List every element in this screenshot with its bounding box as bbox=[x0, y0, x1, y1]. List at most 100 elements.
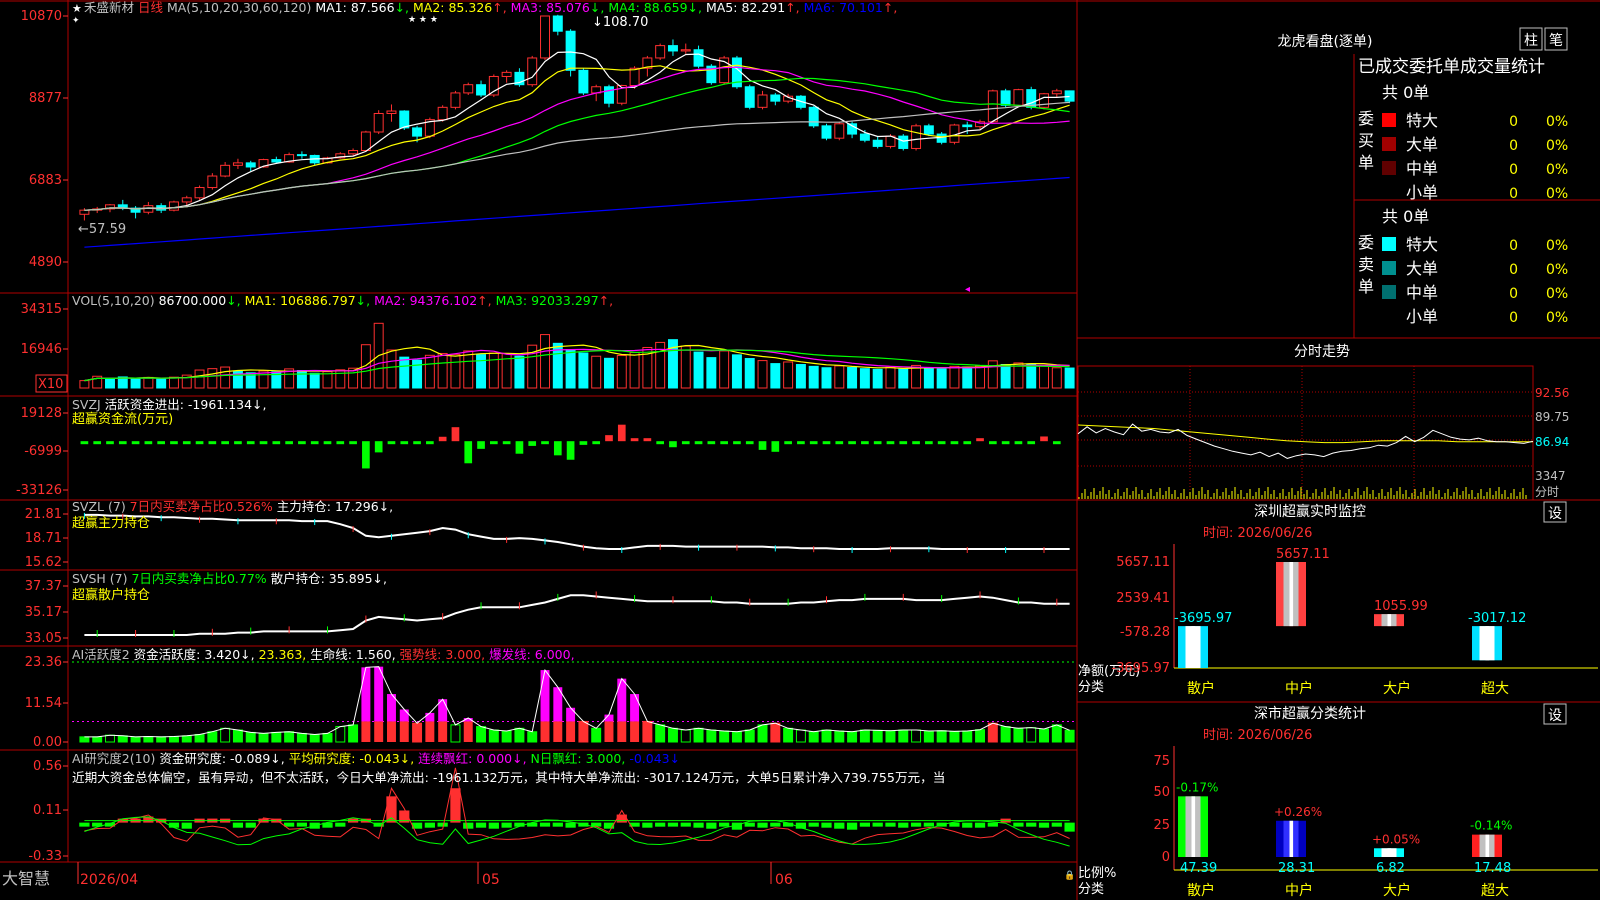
kline-panel[interactable]: 10870 8877 6883 4890 ↓108.70 ←57.59 ★ ★ ★ ★✦ ◂ 禾盛… bbox=[21, 0, 1075, 295]
ai2-bar[interactable] bbox=[770, 822, 781, 827]
ai1-burst-bar[interactable] bbox=[361, 667, 371, 722]
ai1-burst-bar[interactable] bbox=[374, 666, 384, 722]
ai1-bar[interactable] bbox=[232, 729, 243, 743]
candle-body[interactable] bbox=[898, 135, 909, 149]
svzj-bar[interactable] bbox=[426, 441, 434, 445]
volume-bar[interactable] bbox=[629, 352, 640, 389]
svzj-bar[interactable] bbox=[937, 441, 946, 445]
candle-body[interactable] bbox=[1051, 90, 1062, 95]
candle-body[interactable] bbox=[565, 30, 576, 71]
volume-bar[interactable] bbox=[450, 353, 461, 389]
ai2-bar[interactable] bbox=[488, 822, 499, 829]
ai1-bar[interactable] bbox=[872, 729, 883, 743]
volume-bar[interactable] bbox=[143, 376, 154, 389]
volume-bar[interactable] bbox=[565, 349, 576, 389]
svzj-bar[interactable] bbox=[285, 441, 293, 445]
candle-body[interactable] bbox=[1013, 89, 1024, 106]
ai1-bar[interactable] bbox=[680, 729, 691, 743]
ai2-bar[interactable] bbox=[642, 822, 653, 828]
svzj-bar[interactable] bbox=[1001, 441, 1010, 445]
ai1-bar[interactable] bbox=[105, 734, 115, 743]
svzj-panel[interactable]: 19128 -6999 -33126 SVZJ 活跃资金进出: -1961.134↓,… bbox=[16, 397, 1061, 498]
svsh-panel[interactable]: 37.37 35.17 33.05 SVSH (7) 7日内买卖净占比0.77% 散户… bbox=[25, 571, 1070, 646]
ai1-burst-bar[interactable] bbox=[566, 707, 576, 722]
ai1-bar[interactable] bbox=[322, 732, 333, 743]
ai2-bar[interactable] bbox=[1038, 822, 1050, 828]
ai2-bar[interactable] bbox=[719, 822, 730, 827]
candle-body[interactable] bbox=[859, 133, 870, 141]
ai2-bar[interactable] bbox=[1026, 822, 1037, 827]
ai1-bar[interactable] bbox=[693, 727, 704, 743]
svzj-bar[interactable] bbox=[681, 441, 690, 445]
candle-body[interactable] bbox=[232, 162, 243, 166]
ai1-bar[interactable] bbox=[949, 730, 960, 743]
volume-bar[interactable] bbox=[834, 365, 845, 389]
volume-bar[interactable] bbox=[514, 355, 525, 389]
ai1-bar[interactable] bbox=[450, 724, 461, 743]
bar-mode-label[interactable]: 柱 bbox=[1524, 33, 1538, 49]
ai1-bar[interactable] bbox=[975, 729, 986, 743]
ai1-bar[interactable] bbox=[923, 730, 934, 743]
candle-body[interactable] bbox=[872, 139, 883, 147]
volume-bar[interactable] bbox=[437, 352, 448, 389]
ai1-bar[interactable] bbox=[821, 729, 832, 743]
svzj-bar[interactable] bbox=[310, 441, 319, 445]
volume-bar[interactable] bbox=[962, 366, 973, 389]
ai-research-panel[interactable]: 0.56 0.11 -0.33 AI研究度2(10) 资金研究度: -0.089↓, … bbox=[28, 751, 1075, 864]
svzj-bar[interactable] bbox=[771, 441, 780, 452]
ai2-bar[interactable] bbox=[846, 822, 858, 830]
volume-bar[interactable] bbox=[706, 357, 717, 389]
ai1-bar[interactable] bbox=[425, 721, 435, 742]
volume-bar[interactable] bbox=[783, 361, 794, 389]
ai1-bar[interactable] bbox=[770, 722, 781, 743]
volume-bar[interactable] bbox=[578, 352, 589, 389]
svzj-bar[interactable] bbox=[515, 441, 524, 454]
ai1-bar[interactable] bbox=[92, 736, 103, 743]
svzj-bar[interactable] bbox=[592, 441, 601, 445]
ai1-bar[interactable] bbox=[117, 735, 128, 743]
svzj-bar[interactable] bbox=[272, 441, 281, 445]
ai1-bar[interactable] bbox=[1051, 724, 1062, 743]
candle-body[interactable] bbox=[168, 201, 179, 211]
svzj-bar[interactable] bbox=[374, 441, 383, 453]
ai1-bar[interactable] bbox=[348, 724, 359, 743]
volume-bar[interactable] bbox=[975, 365, 986, 389]
svzj-bar[interactable] bbox=[579, 441, 588, 445]
svzj-bar[interactable] bbox=[617, 424, 626, 442]
svzj-bar[interactable] bbox=[1014, 441, 1023, 445]
candle-body[interactable] bbox=[488, 75, 499, 96]
svzj-bar[interactable] bbox=[489, 441, 498, 445]
candle-body[interactable] bbox=[207, 175, 218, 189]
volume-bar[interactable] bbox=[731, 354, 742, 389]
svzj-bar[interactable] bbox=[797, 441, 805, 445]
ai1-bar[interactable] bbox=[885, 730, 896, 743]
candle-body[interactable] bbox=[744, 86, 755, 108]
ai1-bar[interactable] bbox=[642, 720, 653, 743]
ai2-bar[interactable] bbox=[808, 822, 819, 827]
volume-bar[interactable] bbox=[1000, 364, 1011, 389]
svzj-bar[interactable] bbox=[848, 441, 856, 445]
svzj-bar[interactable] bbox=[323, 441, 332, 445]
volume-bar[interactable] bbox=[194, 369, 205, 389]
volume-bar[interactable] bbox=[79, 380, 90, 389]
svzj-bar[interactable] bbox=[694, 441, 703, 445]
ai1-bar[interactable] bbox=[962, 730, 973, 743]
svzj-bar[interactable] bbox=[707, 441, 716, 445]
ai2-bar[interactable] bbox=[757, 822, 768, 828]
ai1-bar[interactable] bbox=[143, 736, 154, 743]
volume-bar[interactable] bbox=[808, 365, 819, 389]
ai2-bar[interactable] bbox=[475, 822, 487, 828]
ai2-bar[interactable] bbox=[437, 822, 448, 827]
svzj-bar[interactable] bbox=[976, 438, 984, 442]
svzj-bar[interactable] bbox=[170, 441, 178, 445]
ai1-bar[interactable] bbox=[335, 726, 346, 743]
ai1-burst-bar[interactable] bbox=[425, 712, 435, 722]
svzj-bar[interactable] bbox=[246, 441, 255, 445]
candle-body[interactable] bbox=[271, 159, 282, 163]
svzj-bar[interactable] bbox=[733, 441, 741, 445]
candle-body[interactable] bbox=[463, 84, 474, 94]
ai1-bar[interactable] bbox=[194, 733, 205, 743]
ai1-bar[interactable] bbox=[271, 731, 282, 743]
ai1-burst-bar[interactable] bbox=[617, 678, 627, 722]
ai1-bar[interactable] bbox=[847, 731, 858, 743]
